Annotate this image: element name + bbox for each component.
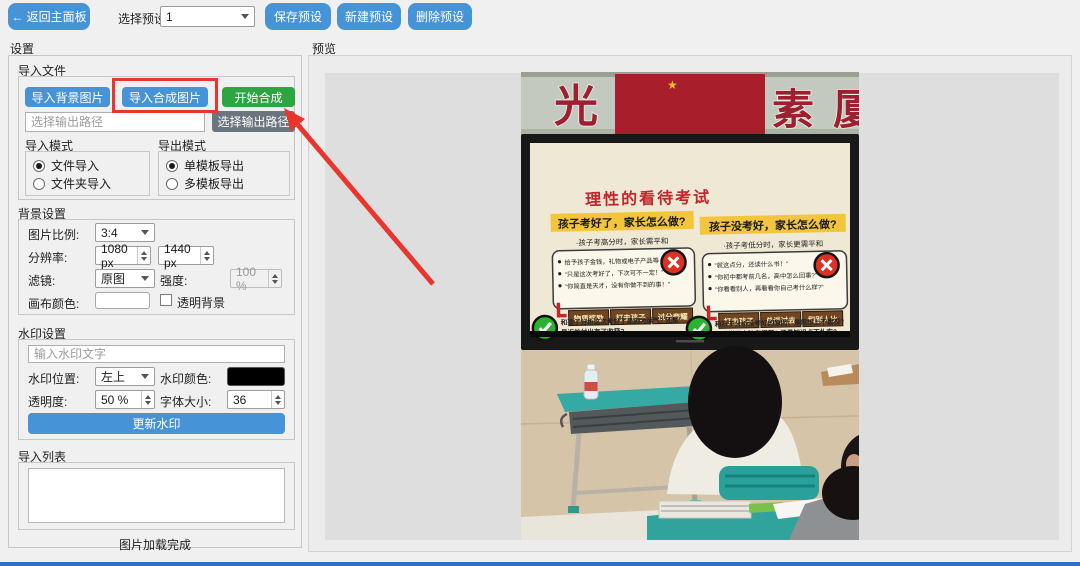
radio-circle-icon	[166, 178, 178, 190]
chevron-down-icon	[141, 374, 149, 379]
resolution-label: 分辨率:	[28, 249, 67, 266]
transparent-bg-checkbox[interactable]	[160, 294, 172, 306]
transparent-bg-label: 透明背景	[177, 294, 225, 311]
watermark-opacity-value: 50 %	[101, 393, 128, 407]
filter-select[interactable]: 原图	[95, 269, 155, 288]
spinner-arrows-icon[interactable]	[137, 247, 150, 264]
ratio-label: 图片比例:	[28, 226, 79, 243]
spinner-arrows-icon[interactable]	[271, 391, 284, 408]
strength-label: 强度:	[160, 272, 187, 289]
radio-file-import[interactable]: 文件导入	[33, 157, 99, 174]
red-x-icon	[814, 253, 838, 277]
watermark-text-input[interactable]	[28, 345, 285, 363]
watermark-text-input-wrap	[28, 345, 285, 363]
back-to-main-button[interactable]: ← 返回主面板	[8, 3, 90, 30]
spinner-arrows-icon[interactable]	[200, 247, 213, 264]
spinner-arrows-icon	[268, 270, 281, 287]
output-path-input[interactable]	[25, 112, 205, 132]
preset-select-value: 1	[166, 10, 173, 24]
status-text: 图片加载完成	[8, 536, 302, 553]
resolution-height-stepper[interactable]: 1440 px	[158, 246, 214, 265]
canvas-color-swatch[interactable]	[95, 292, 150, 309]
delete-preset-button[interactable]: 删除预设	[408, 3, 472, 30]
radio-circle-icon	[33, 178, 45, 190]
watermark-opacity-label: 透明度:	[28, 393, 67, 410]
radio-folder-import[interactable]: 文件夹导入	[33, 175, 111, 192]
canvas-color-label: 画布颜色:	[28, 295, 79, 312]
classroom-photo: 光 ★ 素 厦 理性的看待考试 孩子考好了，家长怎么做? 孩子没考好，家长怎么做…	[521, 72, 859, 540]
watermark-position-label: 水印位置:	[28, 370, 79, 387]
filter-label: 滤镜:	[28, 272, 55, 289]
radio-folder-import-label: 文件夹导入	[51, 175, 111, 192]
radio-multi-template[interactable]: 多模板导出	[166, 175, 244, 192]
preview-image: 光 ★ 素 厦 理性的看待考试 孩子考好了，家长怎么做? 孩子没考好，家长怎么做…	[521, 72, 859, 540]
radio-multi-template-label: 多模板导出	[184, 175, 244, 192]
chevron-down-icon	[241, 14, 249, 19]
poster-left-sub: ·孩子考高分时，家长需平和	[576, 235, 669, 247]
ratio-select[interactable]: 3:4	[95, 223, 155, 242]
watermark-color-label: 水印颜色:	[160, 370, 211, 387]
save-preset-button[interactable]: 保存预设	[265, 3, 331, 30]
wall-character-right-clipped: 厦	[833, 86, 859, 133]
start-composite-button[interactable]: 开始合成	[222, 87, 295, 107]
choose-output-path-button[interactable]: 选择输出路径	[212, 111, 295, 132]
radio-file-import-label: 文件导入	[51, 157, 99, 174]
import-list[interactable]	[28, 468, 285, 523]
watermark-opacity-stepper[interactable]: 50 %	[95, 390, 155, 409]
watermark-fontsize-label: 字体大小:	[160, 393, 211, 410]
preset-select[interactable]: 1	[160, 6, 255, 27]
radio-dot-icon	[33, 160, 45, 172]
radio-dot-icon	[166, 160, 178, 172]
filter-value: 原图	[101, 270, 125, 287]
output-path-input-wrap	[25, 112, 205, 132]
spinner-arrows-icon[interactable]	[141, 391, 154, 408]
annotation-highlight-box	[112, 78, 218, 113]
chevron-down-icon	[141, 230, 149, 235]
strength-stepper: 100 %	[230, 269, 282, 288]
watermark-position-select[interactable]: 左上	[95, 367, 155, 386]
new-preset-button[interactable]: 新建预设	[337, 3, 401, 30]
china-flag: ★	[615, 74, 765, 134]
green-check-icon	[687, 317, 711, 341]
resolution-width-value: 1080 px	[101, 242, 137, 270]
wall-character-right: 素	[772, 86, 814, 133]
red-x-icon	[661, 250, 685, 274]
flag-star-icon: ★	[667, 78, 678, 92]
watermark-color-swatch[interactable]	[227, 367, 285, 386]
radio-single-template-label: 单模板导出	[184, 157, 244, 174]
strength-value: 100 %	[236, 265, 268, 293]
ratio-value: 3:4	[101, 226, 118, 240]
resolution-width-stepper[interactable]: 1080 px	[95, 246, 151, 265]
watermark-fontsize-stepper[interactable]: 36	[227, 390, 285, 409]
chevron-down-icon	[141, 276, 149, 281]
wall-character-left: 光	[554, 82, 598, 131]
resolution-height-value: 1440 px	[164, 242, 200, 270]
window-bottom-edge	[0, 562, 1080, 566]
watermark-position-value: 左上	[101, 368, 125, 385]
watermark-fontsize-value: 36	[233, 393, 246, 407]
radio-single-template[interactable]: 单模板导出	[166, 157, 244, 174]
import-background-button[interactable]: 导入背景图片	[25, 87, 110, 107]
poster-right-sub: ·孩子考低分时，家长更需平和	[723, 238, 823, 250]
update-watermark-button[interactable]: 更新水印	[28, 413, 285, 434]
